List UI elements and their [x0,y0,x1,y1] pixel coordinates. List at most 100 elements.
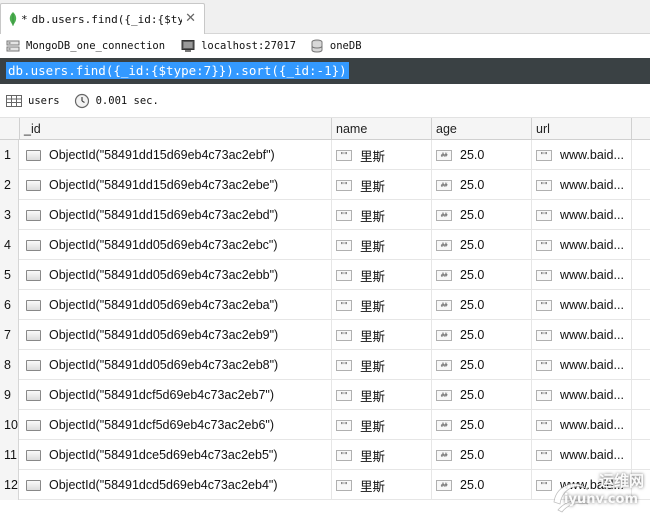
header-row-number [0,118,20,140]
row-number: 5 [0,260,19,290]
table-row[interactable]: 6 ObjectId("58491dd05d69eb4c73ac2eba") "" 里… [0,290,650,320]
cell-age[interactable]: ## 25.0 [432,350,532,380]
cell-url[interactable]: "" www.baid... [532,440,632,470]
cell-name[interactable]: "" 里斯 [332,260,432,290]
cell-name[interactable]: "" 里斯 [332,230,432,260]
table-row[interactable]: 9 ObjectId("58491dcf5d69eb4c73ac2eb7") "" 里… [0,380,650,410]
cell-name-value: 里斯 [360,389,386,404]
cell-url[interactable]: "" www.baid... [532,380,632,410]
cell-age[interactable]: ## 25.0 [432,380,532,410]
cell-name[interactable]: "" 里斯 [332,140,432,170]
table-row[interactable]: 5 ObjectId("58491dd05d69eb4c73ac2ebb") "" 里… [0,260,650,290]
row-number: 7 [0,320,19,350]
cell-url[interactable]: "" www.baid... [532,410,632,440]
cell-age[interactable]: ## 25.0 [432,230,532,260]
table-row[interactable]: 4 ObjectId("58491dd05d69eb4c73ac2ebc") "" 里… [0,230,650,260]
cell-name[interactable]: "" 里斯 [332,350,432,380]
cell-name[interactable]: "" 里斯 [332,200,432,230]
cell-id[interactable]: ObjectId("58491dd15d69eb4c73ac2ebf") [20,140,332,170]
query-text[interactable]: db.users.find({_id:{$type:7}}).sort({_id… [6,62,349,79]
table-row[interactable]: 7 ObjectId("58491dd05d69eb4c73ac2eb9") "" 里… [0,320,650,350]
cell-name[interactable]: "" 里斯 [332,440,432,470]
table-row[interactable]: 8 ObjectId("58491dd05d69eb4c73ac2eb8") "" 里… [0,350,650,380]
number-type-icon: ## [436,419,452,431]
cell-name[interactable]: "" 里斯 [332,410,432,440]
cell-id-value: ObjectId("58491dcf5d69eb4c73ac2eb6") [49,418,275,432]
cell-url[interactable]: "" www.baid... [532,320,632,350]
cell-id-value: ObjectId("58491dd05d69eb4c73ac2eb9") [49,328,279,342]
row-number: 6 [0,290,19,320]
cell-url[interactable]: "" www.baid... [532,470,632,500]
cell-id[interactable]: ObjectId("58491dcd5d69eb4c73ac2eb4") [20,470,332,500]
cell-age[interactable]: ## 25.0 [432,170,532,200]
cell-age[interactable]: ## 25.0 [432,440,532,470]
cell-age[interactable]: ## 25.0 [432,200,532,230]
cell-url[interactable]: "" www.baid... [532,140,632,170]
cell-name-value: 里斯 [360,359,386,374]
cell-age[interactable]: ## 25.0 [432,260,532,290]
table-row[interactable]: 11 ObjectId("58491dce5d69eb4c73ac2eb5") ""… [0,440,650,470]
header-url[interactable]: url [532,118,632,140]
cell-url[interactable]: "" www.baid... [532,200,632,230]
cell-id-value: ObjectId("58491dd05d69eb4c73ac2eb8") [49,358,279,372]
connection-database: oneDB [329,40,362,52]
cell-id[interactable]: ObjectId("58491dd05d69eb4c73ac2ebb") [20,260,332,290]
cell-name[interactable]: "" 里斯 [332,320,432,350]
table-row[interactable]: 10 ObjectId("58491dcf5d69eb4c73ac2eb6") ""… [0,410,650,440]
string-type-icon: "" [336,149,352,161]
cell-url[interactable]: "" www.baid... [532,170,632,200]
header-id[interactable]: _id [20,118,332,140]
cell-name[interactable]: "" 里斯 [332,380,432,410]
cell-url[interactable]: "" www.baid... [532,350,632,380]
cell-url-value: www.baid... [560,298,624,312]
table-row[interactable]: 3 ObjectId("58491dd15d69eb4c73ac2ebd") "" 里… [0,200,650,230]
cell-age[interactable]: ## 25.0 [432,410,532,440]
cell-age[interactable]: ## 25.0 [432,470,532,500]
cell-age[interactable]: ## 25.0 [432,320,532,350]
cell-id[interactable]: ObjectId("58491dd05d69eb4c73ac2eba") [20,290,332,320]
cell-age-value: 25.0 [460,478,485,492]
cell-url-value: www.baid... [560,268,624,282]
header-name[interactable]: name [332,118,432,140]
cell-name[interactable]: "" 里斯 [332,170,432,200]
cell-name-value: 里斯 [360,419,386,434]
cell-name[interactable]: "" 里斯 [332,290,432,320]
cell-id[interactable]: ObjectId("58491dd05d69eb4c73ac2eb9") [20,320,332,350]
cell-id[interactable]: ObjectId("58491dcf5d69eb4c73ac2eb7") [20,380,332,410]
cell-name[interactable]: "" 里斯 [332,470,432,500]
cell-id-value: ObjectId("58491dd05d69eb4c73ac2eba") [49,298,279,312]
row-number: 8 [0,350,19,380]
cell-id[interactable]: ObjectId("58491dd05d69eb4c73ac2ebc") [20,230,332,260]
cell-id[interactable]: ObjectId("58491dce5d69eb4c73ac2eb5") [20,440,332,470]
cell-url-value: www.baid... [560,148,624,162]
row-number: 4 [0,230,19,260]
cell-id[interactable]: ObjectId("58491dd15d69eb4c73ac2ebe") [20,170,332,200]
query-tab[interactable]: * db.users.find({_id:{$ty··· ✕ [0,3,205,34]
cell-age[interactable]: ## 25.0 [432,290,532,320]
cell-age-value: 25.0 [460,448,485,462]
cell-age[interactable]: ## 25.0 [432,140,532,170]
table-row[interactable]: 1 ObjectId("58491dd15d69eb4c73ac2ebf") "" 里… [0,140,650,170]
object-type-icon [26,149,41,161]
query-editor[interactable]: db.users.find({_id:{$type:7}}).sort({_id… [0,58,650,84]
cell-id-value: ObjectId("58491dd05d69eb4c73ac2ebc") [49,238,278,252]
object-type-icon [26,359,41,371]
result-info-bar: users 0.001 sec. [0,84,650,118]
table-row[interactable]: 12 ObjectId("58491dcd5d69eb4c73ac2eb4") ""… [0,470,650,500]
cell-id[interactable]: ObjectId("58491dd05d69eb4c73ac2eb8") [20,350,332,380]
cell-id[interactable]: ObjectId("58491dcf5d69eb4c73ac2eb6") [20,410,332,440]
tab-close-icon[interactable]: ✕ [185,11,196,26]
string-type-icon: "" [336,479,352,491]
object-type-icon [26,179,41,191]
cell-url[interactable]: "" www.baid... [532,230,632,260]
object-type-icon [26,419,41,431]
header-age[interactable]: age [432,118,532,140]
object-type-icon [26,479,41,491]
table-row[interactable]: 2 ObjectId("58491dd15d69eb4c73ac2ebe") "" 里… [0,170,650,200]
cell-url[interactable]: "" www.baid... [532,260,632,290]
cell-id[interactable]: ObjectId("58491dd15d69eb4c73ac2ebd") [20,200,332,230]
cell-url[interactable]: "" www.baid... [532,290,632,320]
cell-url-value: www.baid... [560,358,624,372]
cell-url-value: www.baid... [560,448,624,462]
object-type-icon [26,389,41,401]
